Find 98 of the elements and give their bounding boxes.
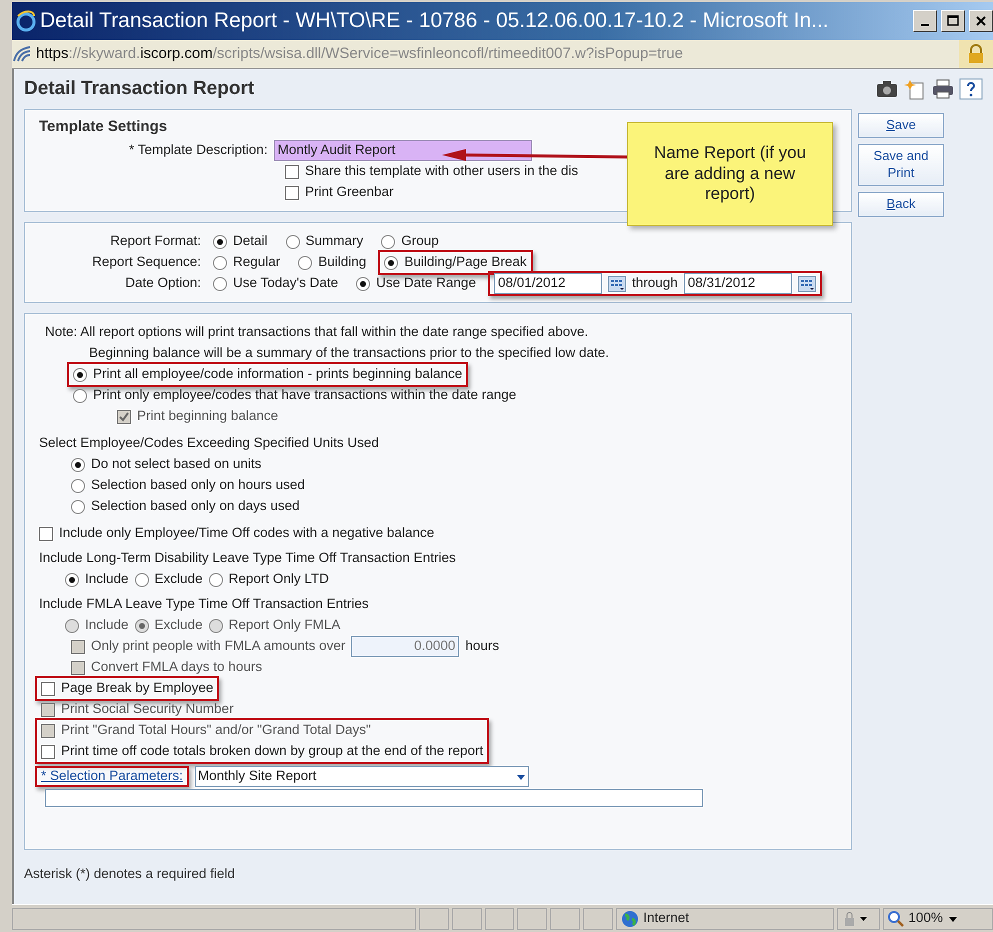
field-label: Date Option: [125,275,201,290]
checkbox-label: Share this template with other users in the dis [305,163,578,180]
checkbox-label: Print Social Security Number [61,701,234,718]
group-heading: Include Long-Term Disability Leave Type Time Off Transaction Entries [39,550,456,567]
section-heading: Template Settings [39,118,168,136]
option-label: Group [401,233,439,250]
callout-note: Name Report (if you are adding a new report) [627,122,833,226]
camera-icon[interactable] [875,78,899,100]
radio-button[interactable] [213,234,227,248]
radio-button[interactable] [71,500,85,514]
option-label: Use Date Range [376,275,476,292]
checkbox-label: Convert FMLA days to hours [91,659,262,676]
status-bar-pane [550,908,580,930]
radio-button[interactable] [65,572,79,586]
radio-button[interactable] [134,572,149,586]
field-label: Report Format: [110,233,201,248]
minimize-icon [921,24,929,26]
text-field[interactable] [45,789,703,807]
selection-parameters-link[interactable]: * Selection Parameters: [41,768,183,785]
option-label: Exclude [154,617,203,634]
radio-button[interactable] [356,276,370,290]
calendar-icon[interactable] [798,276,816,292]
option-label: Detail [233,233,268,250]
option-label: Selection based only on days used [91,498,300,515]
radio-button[interactable] [213,256,227,270]
note-text: Beginning balance will be a summary of the transactions prior to the specified low date. [89,345,610,362]
option-label: Building/Page Break [404,254,527,271]
checkbox[interactable] [39,526,53,540]
checkbox-label: Print "Grand Total Hours" and/or "Grand Total Days" [61,722,371,739]
zone-label: Internet [643,910,690,927]
window-title: Detail Transaction Report - WH\TO\RE - 10786 - 05.12.06.00.17-10.2 - Microsoft In... [40,8,830,34]
option-label: Include [85,617,129,634]
radio-button[interactable] [208,572,223,586]
status-bar-pane [418,908,449,930]
radio-button[interactable] [73,388,87,402]
radio-button[interactable] [73,368,87,382]
option-label: Summary [306,233,364,250]
option-label: Print only employee/codes that have transactions within the date range [93,387,516,404]
checkbox-label: Print Greenbar [305,184,394,201]
action-button[interactable]: Back [858,192,944,217]
help-icon[interactable] [959,78,983,100]
checkbox[interactable] [41,744,55,758]
zoom-icon [888,910,904,926]
close-icon [975,15,987,27]
footnote: Asterisk (*) denotes a required field [24,866,236,882]
radio-button[interactable] [381,234,396,248]
option-label: Include [85,571,129,588]
date-field[interactable]: 08/01/2012 [494,273,602,294]
status-bar-pane [452,908,482,930]
checkbox[interactable] [285,164,299,178]
checkbox[interactable] [285,186,299,200]
checkbox-label: Include only Employee/Time Off codes with a negative balance [59,525,434,542]
close-button[interactable] [969,10,993,32]
lock-icon [959,40,993,68]
option-label: Exclude [154,571,203,588]
radio-button[interactable] [71,458,85,472]
maximize-button[interactable] [941,10,965,32]
option-label: Regular [233,254,280,271]
description-field[interactable]: Montly Audit Report [274,140,532,161]
print-icon[interactable] [931,78,955,100]
option-label: Building [318,254,366,271]
field-label: Report Sequence: [92,254,201,270]
checkbox-label: Only print people with FMLA amounts over [91,638,346,655]
site-icon [12,45,32,63]
option-label: Report Only LTD [228,571,329,588]
action-button[interactable]: Save [858,113,944,138]
globe-icon [621,910,640,928]
calendar-icon[interactable] [608,276,626,292]
option-label: Print all employee/code information - prints beginning balance [93,366,462,383]
option-label: Use Today's Date [233,275,338,292]
note-text: Note: All report options will print transactions that fall within the date range specified above. [45,324,588,341]
minimize-button[interactable] [913,10,937,32]
radio-button[interactable] [71,478,85,492]
option-label: Selection based only on hours used [91,477,305,494]
checkbox-label: Print beginning balance [137,408,278,425]
range-connector: through [632,275,678,292]
checkbox-label: Print time off code totals broken down by group at the end of the report [61,743,484,760]
maximize-icon [947,15,959,27]
group-heading: Select Employee/Codes Exceeding Specified Units Used [39,435,379,452]
checkbox-label: Page Break by Employee [61,680,214,697]
status-bar-pane [484,908,514,930]
field-label: * Template Description: [129,142,268,159]
action-button[interactable]: Save and Print [858,144,944,186]
radio-button[interactable] [213,276,227,290]
option-label: Do not select based on units [91,456,262,473]
radio-button[interactable] [286,234,300,248]
group-heading: Include FMLA Leave Type Time Off Transaction Entries [39,596,369,613]
date-field[interactable]: 08/31/2012 [684,273,792,294]
browser-logo-icon [16,10,36,32]
radio-button[interactable] [298,256,312,270]
status-bar-pane [517,908,548,930]
unit-label: hours [465,638,500,655]
page-title: Detail Transaction Report [24,78,256,100]
selection-dropdown[interactable]: Monthly Site Report [194,766,529,787]
option-label: Report Only FMLA [228,617,340,634]
checkbox[interactable] [41,682,55,696]
status-bar-pane [583,908,614,930]
radio-button[interactable] [384,256,398,270]
